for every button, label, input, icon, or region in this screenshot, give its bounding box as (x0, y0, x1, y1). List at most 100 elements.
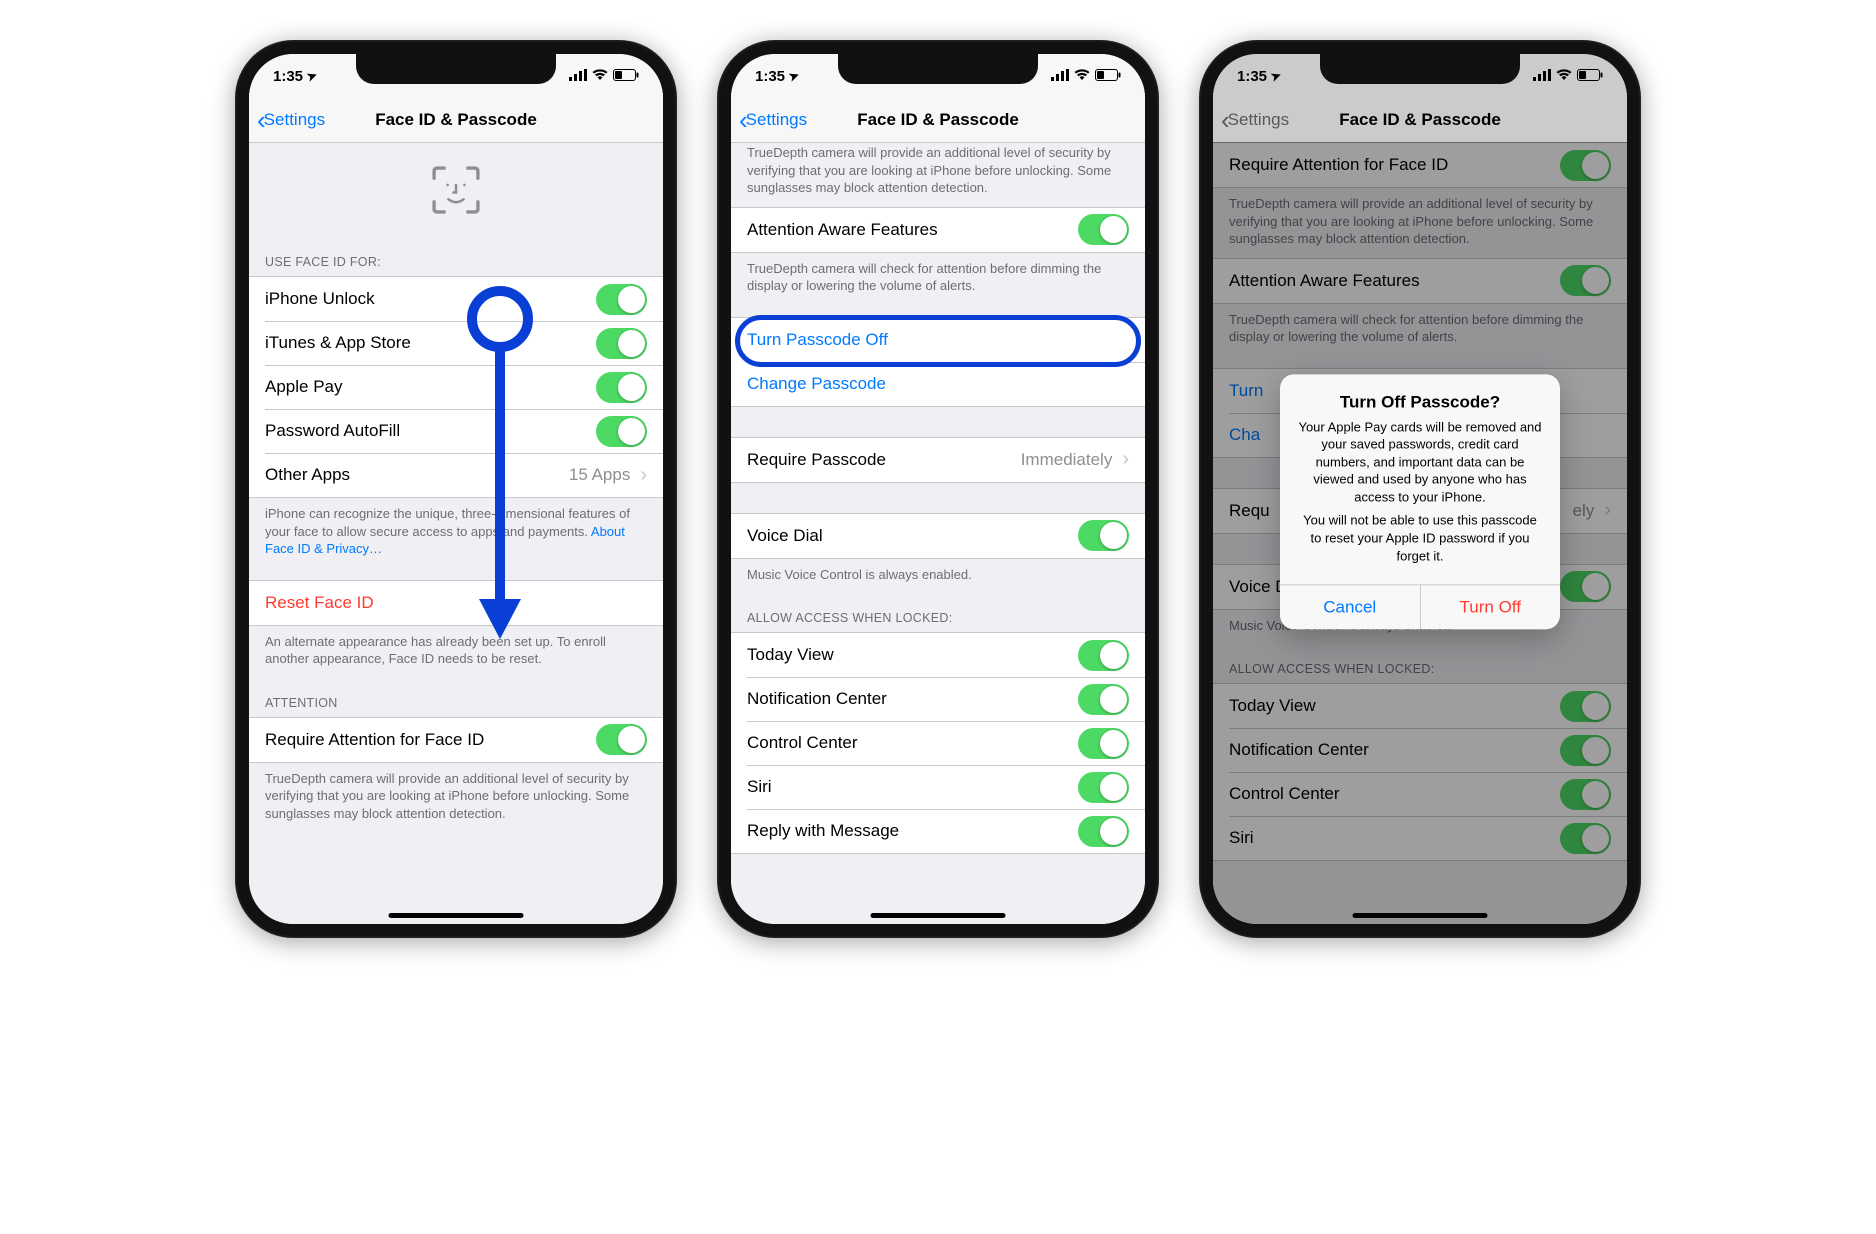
phone-frame-2: 1:35 ➤ ‹ Settings Face ID & Passcode Tru… (717, 40, 1159, 938)
row-siri[interactable]: Siri (731, 765, 1145, 809)
alert-dialog: Turn Off Passcode? Your Apple Pay cards … (1280, 374, 1560, 629)
wifi-icon (592, 68, 608, 85)
nav-bar: ‹ Settings Face ID & Passcode (731, 98, 1145, 143)
row-value: Immediately (1021, 450, 1117, 470)
row-label: Today View (747, 645, 834, 665)
row-label: Siri (747, 777, 772, 797)
location-icon: ➤ (1269, 68, 1283, 85)
status-time: 1:35 (755, 68, 785, 85)
back-label: Settings (746, 110, 807, 130)
back-button[interactable]: ‹ Settings (249, 107, 325, 133)
row-today-view[interactable]: Today View (731, 633, 1145, 677)
section-attention: ATTENTION (249, 678, 663, 717)
row-label: iPhone Unlock (265, 289, 375, 309)
footer-reset: An alternate appearance has already been… (249, 626, 663, 678)
chevron-right-icon: › (1122, 448, 1129, 471)
section-use-faceid: USE FACE ID FOR: (249, 237, 663, 276)
toggle-on[interactable] (596, 724, 647, 755)
row-applepay[interactable]: Apple Pay (249, 365, 663, 409)
row-label: Reply with Message (747, 821, 899, 841)
notch (1320, 54, 1520, 84)
home-indicator[interactable] (1353, 913, 1488, 918)
status-time: 1:35 (1237, 68, 1267, 85)
alert-message: Your Apple Pay cards will be removed and… (1298, 418, 1542, 564)
row-label: Notification Center (747, 689, 887, 709)
toggle-on[interactable] (1078, 728, 1129, 759)
alert-turnoff-button[interactable]: Turn Off (1420, 585, 1561, 629)
row-require-attention[interactable]: Require Attention for Face ID (249, 718, 663, 762)
toggle-on[interactable] (596, 328, 647, 359)
alert-title: Turn Off Passcode? (1298, 392, 1542, 412)
back-button: ‹ Settings (1213, 107, 1289, 133)
battery-icon (613, 68, 639, 85)
section-allow-locked: ALLOW ACCESS WHEN LOCKED: (731, 593, 1145, 632)
row-label: Change Passcode (747, 374, 886, 394)
wifi-icon (1074, 68, 1090, 85)
row-notification-center[interactable]: Notification Center (731, 677, 1145, 721)
row-label: Apple Pay (265, 377, 343, 397)
location-icon: ➤ (305, 68, 319, 85)
toggle-on[interactable] (1078, 214, 1129, 245)
row-label: Attention Aware Features (747, 220, 938, 240)
toggle-on[interactable] (1078, 520, 1129, 551)
nav-bar: ‹ Settings Face ID & Passcode (1213, 98, 1627, 143)
back-label: Settings (264, 110, 325, 130)
footer-aware: TrueDepth camera will check for attentio… (731, 253, 1145, 305)
footer-attention: TrueDepth camera will provide an additio… (249, 763, 663, 833)
home-indicator[interactable] (871, 913, 1006, 918)
row-voice-dial[interactable]: Voice Dial (731, 514, 1145, 558)
row-value: 15 Apps (569, 465, 634, 485)
row-label: Control Center (747, 733, 858, 753)
location-icon: ➤ (787, 68, 801, 85)
notch (838, 54, 1038, 84)
row-change-passcode[interactable]: Change Passcode (731, 362, 1145, 406)
cellular-icon (1051, 68, 1069, 85)
row-reset-faceid[interactable]: Reset Face ID (249, 581, 663, 625)
row-itunes[interactable]: iTunes & App Store (249, 321, 663, 365)
row-label: Require Passcode (747, 450, 886, 470)
settings-scroll[interactable]: TrueDepth camera will provide an additio… (731, 142, 1145, 924)
toggle-on[interactable] (596, 284, 647, 315)
row-other-apps[interactable]: Other Apps 15 Apps › (249, 453, 663, 497)
toggle-on[interactable] (1078, 772, 1129, 803)
footer-voice: Music Voice Control is always enabled. (731, 559, 1145, 594)
row-turn-passcode-off[interactable]: Turn Passcode Off (731, 318, 1145, 362)
battery-icon (1095, 68, 1121, 85)
phone-frame-1: 1:35 ➤ ‹ Settings Face ID & Passcode (235, 40, 677, 938)
nav-bar: ‹ Settings Face ID & Passcode (249, 98, 663, 143)
footer-use-faceid: iPhone can recognize the unique, three-d… (249, 498, 663, 568)
toggle-on[interactable] (596, 372, 647, 403)
chevron-right-icon: › (640, 464, 647, 487)
row-reply-message[interactable]: Reply with Message (731, 809, 1145, 853)
row-iphone-unlock[interactable]: iPhone Unlock (249, 277, 663, 321)
toggle-on[interactable] (1078, 684, 1129, 715)
toggle-on[interactable] (1078, 816, 1129, 847)
cellular-icon (1533, 68, 1551, 85)
cellular-icon (569, 68, 587, 85)
alert-cancel-button[interactable]: Cancel (1280, 585, 1420, 629)
row-require-passcode[interactable]: Require Passcode Immediately › (731, 438, 1145, 482)
row-label: Turn Passcode Off (747, 330, 888, 350)
footer-truedepth-top: TrueDepth camera will provide an additio… (731, 142, 1145, 207)
status-time: 1:35 (273, 68, 303, 85)
row-label: Voice Dial (747, 526, 823, 546)
toggle-on[interactable] (1078, 640, 1129, 671)
back-button[interactable]: ‹ Settings (731, 107, 807, 133)
phone-frame-3: 1:35 ➤ ‹ Settings Face ID & Passcode Req… (1199, 40, 1641, 938)
wifi-icon (1556, 68, 1572, 85)
row-autofill[interactable]: Password AutoFill (249, 409, 663, 453)
toggle-on[interactable] (596, 416, 647, 447)
home-indicator[interactable] (389, 913, 524, 918)
row-label: Password AutoFill (265, 421, 400, 441)
row-attention-aware[interactable]: Attention Aware Features (731, 208, 1145, 252)
row-control-center[interactable]: Control Center (731, 721, 1145, 765)
notch (356, 54, 556, 84)
row-label: Require Attention for Face ID (265, 730, 484, 750)
settings-scroll[interactable]: USE FACE ID FOR: iPhone Unlock iTunes & … (249, 142, 663, 924)
faceid-hero-icon (249, 142, 663, 237)
back-label: Settings (1228, 110, 1289, 130)
row-label: Other Apps (265, 465, 350, 485)
battery-icon (1577, 68, 1603, 85)
row-label: iTunes & App Store (265, 333, 411, 353)
row-label: Reset Face ID (265, 593, 374, 613)
